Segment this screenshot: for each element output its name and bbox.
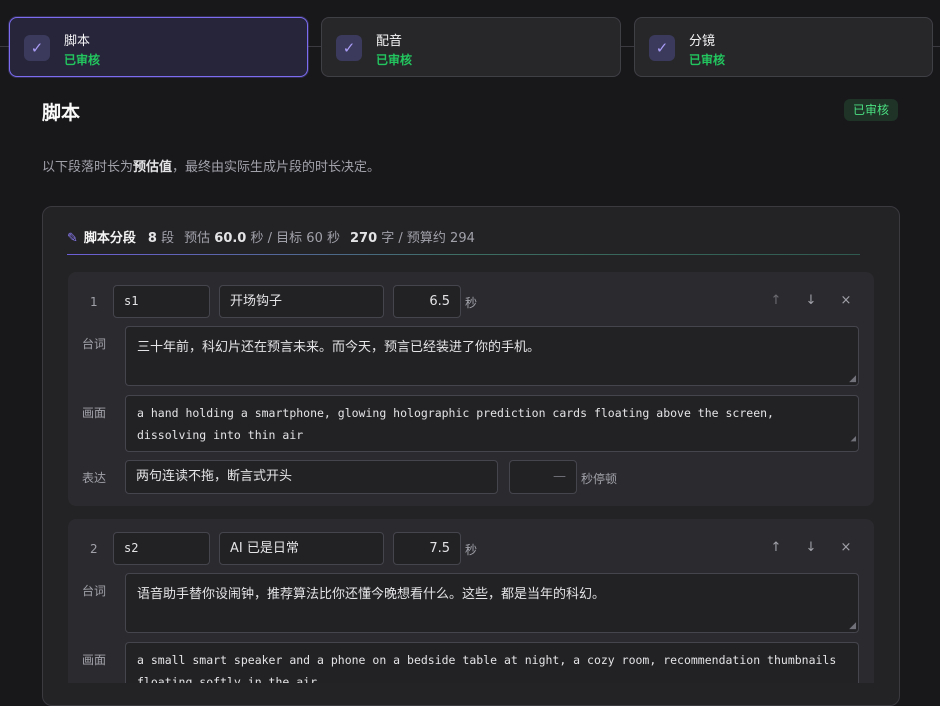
segment-card: 2 s2 AI 已是日常 7.5 秒 ↑ ↓ × 台词 语音助手替你设闹钟，推荐… [68, 519, 874, 683]
estimate-label: 预估 [184, 231, 211, 246]
segment-index: 1 [90, 295, 98, 309]
segment-id-input[interactable]: s1 [113, 285, 210, 318]
page-title: 脚本 [42, 102, 81, 124]
resize-grip-icon[interactable]: ◢ [851, 428, 856, 450]
step-title: 脚本 [64, 34, 91, 49]
visual-textarea[interactable]: a small smart speaker and a phone on a b… [125, 642, 859, 683]
panel-divider [67, 254, 860, 255]
note-suffix: ，最终由实际生成片段的时长决定。 [172, 160, 381, 175]
remove-segment-button[interactable]: × [838, 293, 854, 308]
step-connector [620, 46, 635, 47]
step-connector [307, 46, 322, 47]
check-icon: ✓ [649, 35, 675, 61]
estimate-value: 60.0 [214, 231, 247, 246]
check-icon: ✓ [24, 35, 50, 61]
char-count: 270 [349, 231, 378, 246]
step-connector [0, 46, 9, 47]
segment-id-input[interactable]: s2 [113, 532, 210, 565]
pause-input[interactable]: — [509, 460, 577, 494]
estimate-unit: 秒 [250, 231, 264, 246]
step-status: 已审核 [376, 53, 413, 67]
move-up-button[interactable]: ↑ [768, 293, 784, 308]
duration-input[interactable]: 6.5 [393, 285, 461, 318]
move-down-button[interactable]: ↓ [803, 293, 819, 308]
status-badge: 已审核 [844, 99, 899, 121]
segment-index: 2 [90, 542, 98, 556]
delivery-input[interactable]: 两句连读不拖，断言式开头 [125, 460, 498, 494]
delivery-label: 表达 [82, 471, 107, 485]
line-textarea[interactable]: 语音助手替你设闹钟，推荐算法比你还懂今晚想看什么。这些，都是当年的科幻。 ◢ [125, 573, 859, 633]
note-bold: 预估值 [133, 160, 173, 175]
duration-input[interactable]: 7.5 [393, 532, 461, 565]
resize-grip-icon[interactable]: ◢ [849, 374, 856, 384]
pause-unit: 秒停顿 [581, 472, 618, 486]
segment-count: 8 [147, 231, 157, 246]
line-text: 语音助手替你设闹钟，推荐算法比你还懂今晚想看什么。这些，都是当年的科幻。 [137, 587, 606, 602]
pencil-icon: ✎ [67, 231, 78, 246]
move-up-button[interactable]: ↑ [768, 540, 784, 555]
step-title: 分镜 [689, 34, 716, 49]
note-prefix: 以下段落时长为 [42, 160, 134, 175]
duration-note: 以下段落时长为预估值，最终由实际生成片段的时长决定。 [42, 156, 380, 175]
visual-label: 画面 [82, 406, 107, 420]
step-script[interactable]: ✓ 脚本 已审核 [9, 17, 308, 77]
visual-label: 画面 [82, 653, 107, 667]
segment-card: 1 s1 开场钩子 6.5 秒 ↑ ↓ × 台词 三十年前，科幻片还在预言未来。… [68, 272, 874, 506]
seconds-unit: 秒 [465, 543, 478, 557]
move-down-button[interactable]: ↓ [803, 540, 819, 555]
step-status: 已审核 [64, 53, 101, 67]
step-status: 已审核 [689, 53, 726, 67]
step-title: 配音 [376, 34, 403, 49]
workflow-steps: ✓ 脚本 已审核 ✓ 配音 已审核 ✓ 分镜 已审核 [0, 0, 940, 95]
panel-header: ✎ 脚本分段 8 段预估 60.0 秒 / 目标 60 秒 270 字 / 预算约 2… [67, 227, 475, 247]
step-voiceover[interactable]: ✓ 配音 已审核 [321, 17, 621, 77]
line-text: 三十年前，科幻片还在预言未来。而今天，预言已经装进了你的手机。 [137, 340, 541, 355]
seconds-unit: 秒 [465, 296, 478, 310]
remove-segment-button[interactable]: × [838, 540, 854, 555]
char-budget: 字 / 预算约 294 [381, 231, 475, 246]
panel-title: 脚本分段 [83, 231, 136, 246]
segment-name-input[interactable]: AI 已是日常 [219, 532, 384, 565]
visual-textarea[interactable]: a hand holding a smartphone, glowing hol… [125, 395, 859, 452]
visual-text: a small smart speaker and a phone on a b… [137, 653, 837, 683]
resize-grip-icon[interactable]: ◢ [849, 621, 856, 631]
visual-text: a hand holding a smartphone, glowing hol… [137, 406, 774, 442]
step-storyboard[interactable]: ✓ 分镜 已审核 [634, 17, 933, 77]
line-label: 台词 [82, 584, 107, 598]
line-label: 台词 [82, 337, 107, 351]
target-duration: / 目标 60 秒 [267, 231, 340, 246]
check-icon: ✓ [336, 35, 362, 61]
segment-count-unit: 段 [161, 231, 175, 246]
line-textarea[interactable]: 三十年前，科幻片还在预言未来。而今天，预言已经装进了你的手机。 ◢ [125, 326, 859, 386]
segment-name-input[interactable]: 开场钩子 [219, 285, 384, 318]
step-connector [932, 46, 940, 47]
